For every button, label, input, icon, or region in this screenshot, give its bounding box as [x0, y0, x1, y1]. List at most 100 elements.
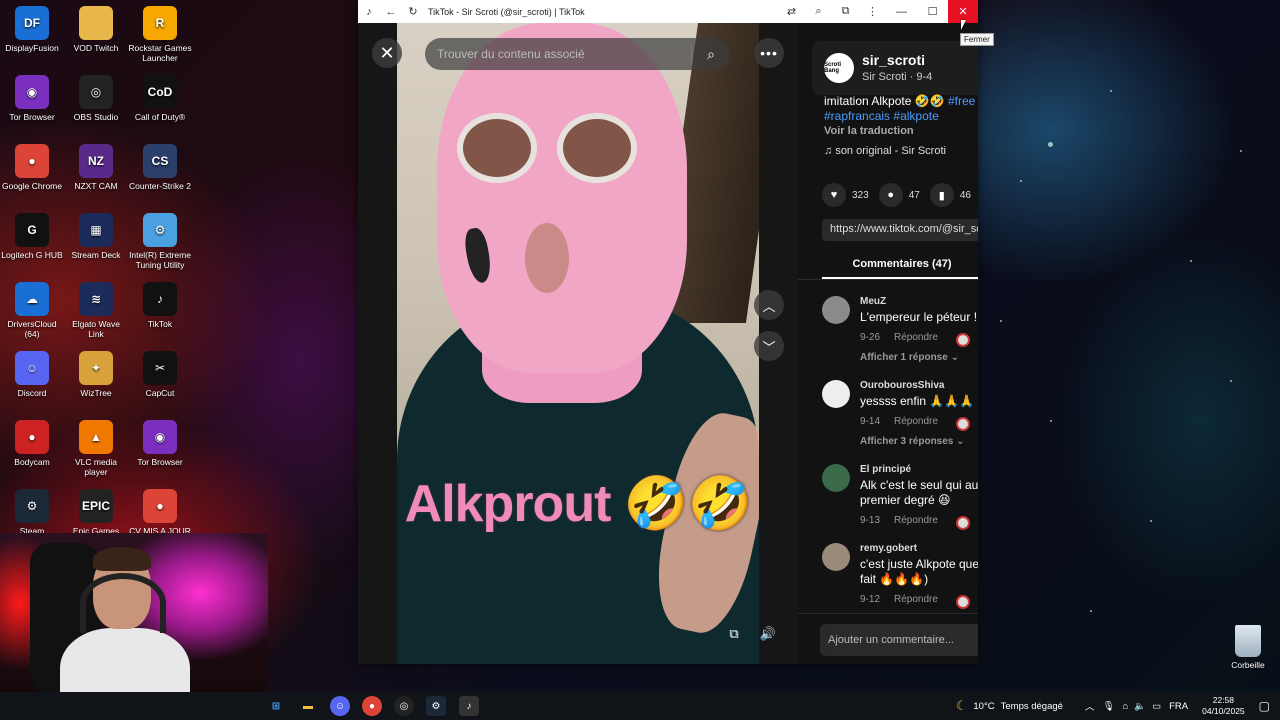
menu-dots-icon[interactable]: ⋮: [859, 0, 886, 23]
details-panel: Scroti Bang sir_scroti Sir Scroti · 9-4 …: [798, 23, 978, 664]
steam-taskbar-icon[interactable]: ⚙: [426, 696, 446, 716]
back-arrow-icon[interactable]: ←: [380, 0, 402, 23]
close-video-button[interactable]: ✕: [372, 38, 402, 68]
desktop-icon-label: Counter-Strike 2: [129, 181, 191, 191]
desktop-icon[interactable]: ▦ Stream Deck: [64, 213, 128, 260]
zoom-icon[interactable]: ⌕: [805, 0, 832, 23]
desktop-icon[interactable]: VOD Twitch: [64, 6, 128, 53]
start-icon[interactable]: ⊞: [266, 696, 286, 716]
desktop-icon[interactable]: ☁ DriversCloud (64): [0, 282, 64, 339]
search-icon[interactable]: ⌕: [692, 46, 730, 63]
pip-icon[interactable]: ⧉: [722, 622, 746, 646]
comment-input[interactable]: [820, 624, 978, 656]
tor-icon: ◉: [15, 75, 49, 109]
avatar[interactable]: [822, 296, 850, 324]
mic-icon[interactable]: 🎙: [1102, 701, 1114, 712]
reply-button[interactable]: Répondre: [894, 332, 938, 343]
hashtag-alkpote[interactable]: #alkpote: [893, 109, 938, 123]
desktop-icon[interactable]: NZ NZXT CAM: [64, 144, 128, 191]
language-indicator[interactable]: FRA: [1169, 701, 1188, 712]
window-title: TikTok - Sir Scroti (@sir_scroti) | TikT…: [428, 6, 585, 17]
battery-icon[interactable]: ▭: [1152, 701, 1161, 712]
comment-user[interactable]: El principé: [860, 464, 911, 475]
network-icon[interactable]: ⌂: [1123, 701, 1129, 712]
file-explorer-icon[interactable]: ▬: [298, 696, 318, 716]
comment-user[interactable]: OurobourosShiva: [860, 380, 944, 391]
desktop-icon[interactable]: ♪ TikTok: [128, 282, 192, 329]
comment-user[interactable]: remy.gobert: [860, 543, 917, 554]
mask-mouth: [525, 223, 569, 293]
desktop-icon[interactable]: ◎ OBS Studio: [64, 75, 128, 122]
desktop-icon[interactable]: ☺ Discord: [0, 351, 64, 398]
next-video-button[interactable]: ﹀: [754, 331, 784, 361]
hashtag-rapfrancais[interactable]: #rapfrancais: [824, 109, 890, 123]
avatar[interactable]: [822, 380, 850, 408]
desktop-icon[interactable]: DF DisplayFusion: [0, 6, 64, 53]
volume-icon[interactable]: 🔊: [756, 622, 780, 646]
show-replies-button[interactable]: Afficher 3 réponses ⌄: [860, 436, 965, 447]
desktop-icon[interactable]: ● CV MIS A JOUR: [128, 489, 192, 536]
desktop-icon[interactable]: ✂ CapCut: [128, 351, 192, 398]
obs-taskbar-icon[interactable]: ◎: [394, 696, 414, 716]
avatar[interactable]: [822, 464, 850, 492]
show-replies-button[interactable]: Afficher 1 réponse ⌄: [860, 352, 959, 363]
desktop-icon[interactable]: ≋ Elgato Wave Link: [64, 282, 128, 339]
see-translation-link[interactable]: Voir la traduction: [824, 125, 914, 137]
avatar[interactable]: [822, 543, 850, 571]
comment-action[interactable]: ● 47: [878, 183, 920, 207]
desktop-icon[interactable]: ⚙ Steam: [0, 489, 64, 536]
notification-icon[interactable]: ▢: [1259, 699, 1270, 713]
chrome-taskbar-icon[interactable]: ●: [362, 696, 382, 716]
comment-user[interactable]: MeuZ: [860, 296, 886, 307]
tab-comments[interactable]: Commentaires (47): [822, 251, 978, 279]
clock[interactable]: 22:58 04/10/2025: [1202, 695, 1245, 717]
weather-temp[interactable]: 10°C: [973, 701, 994, 712]
desktop-icon[interactable]: EPIC Epic Games: [64, 489, 128, 536]
refresh-icon[interactable]: ↻: [402, 0, 424, 23]
tray-expand-icon[interactable]: ︿: [1085, 699, 1095, 713]
maximize-button[interactable]: ☐: [917, 0, 948, 23]
window-titlebar[interactable]: ♪ ← ↻ TikTok - Sir Scroti (@sir_scroti) …: [358, 0, 978, 23]
extensions-icon[interactable]: ⧉: [832, 0, 859, 23]
bookmark-icon[interactable]: ▮: [929, 183, 954, 207]
related-search-box[interactable]: ⌕: [425, 38, 730, 70]
reply-button[interactable]: Répondre: [894, 594, 938, 605]
desktop-icon[interactable]: G Logitech G HUB: [0, 213, 64, 260]
reply-button[interactable]: Répondre: [894, 515, 938, 526]
comment-bubble-icon[interactable]: ●: [878, 183, 903, 207]
discord-taskbar-icon[interactable]: ☺: [330, 696, 350, 716]
desktop-icon[interactable]: ⚙ Intel(R) Extreme Tuning Utility: [128, 213, 192, 270]
save-action[interactable]: ▮ 46: [929, 183, 971, 207]
recycle-bin[interactable]: Corbeille: [1222, 625, 1274, 670]
video-link-field[interactable]: https://www.tiktok.com/@sir_scroti: [822, 219, 978, 241]
desktop-icon[interactable]: ✦ WizTree: [64, 351, 128, 398]
desktop-icon[interactable]: ▲ VLC media player: [64, 420, 128, 477]
desktop-icon-label: TikTok: [147, 319, 173, 329]
weather-text[interactable]: Temps dégagé: [1001, 701, 1063, 712]
speaker-icon[interactable]: 🔈: [1134, 701, 1146, 712]
desktop-icon[interactable]: ● Bodycam: [0, 420, 64, 467]
heart-icon[interactable]: ♥: [822, 183, 846, 207]
reply-button[interactable]: Répondre: [894, 416, 938, 427]
intel-icon: ⚙: [143, 213, 177, 247]
author-avatar[interactable]: Scroti Bang: [824, 53, 854, 83]
desktop-icon[interactable]: ● Google Chrome: [0, 144, 64, 191]
minimize-button[interactable]: —: [886, 0, 917, 23]
like-action[interactable]: ♥ 323: [822, 183, 869, 207]
hashtag-free[interactable]: #free: [948, 94, 975, 108]
related-search-input[interactable]: [425, 47, 691, 61]
desktop-icon[interactable]: CoD Call of Duty®: [128, 75, 192, 122]
music-line[interactable]: ♫ son original - Sir Scroti: [824, 145, 946, 157]
glasses-right: [557, 113, 637, 183]
desktop-icon[interactable]: R Rockstar Games Launcher: [128, 6, 192, 63]
desktop-icon[interactable]: ◉ Tor Browser: [128, 420, 192, 467]
translate-icon[interactable]: ⇄: [778, 0, 805, 23]
desktop-icon[interactable]: ◉ Tor Browser: [0, 75, 64, 122]
more-options-button[interactable]: •••: [754, 38, 784, 68]
tiktok-taskbar-icon[interactable]: ♪: [459, 696, 479, 716]
video-player[interactable]: Alkprout 🤣🤣: [397, 23, 759, 664]
author-card[interactable]: Scroti Bang sir_scroti Sir Scroti · 9-4: [812, 41, 978, 95]
desktop-icon[interactable]: CS Counter-Strike 2: [128, 144, 192, 191]
previous-video-button[interactable]: ︿: [754, 290, 784, 320]
author-name[interactable]: sir_scroti: [862, 52, 925, 68]
